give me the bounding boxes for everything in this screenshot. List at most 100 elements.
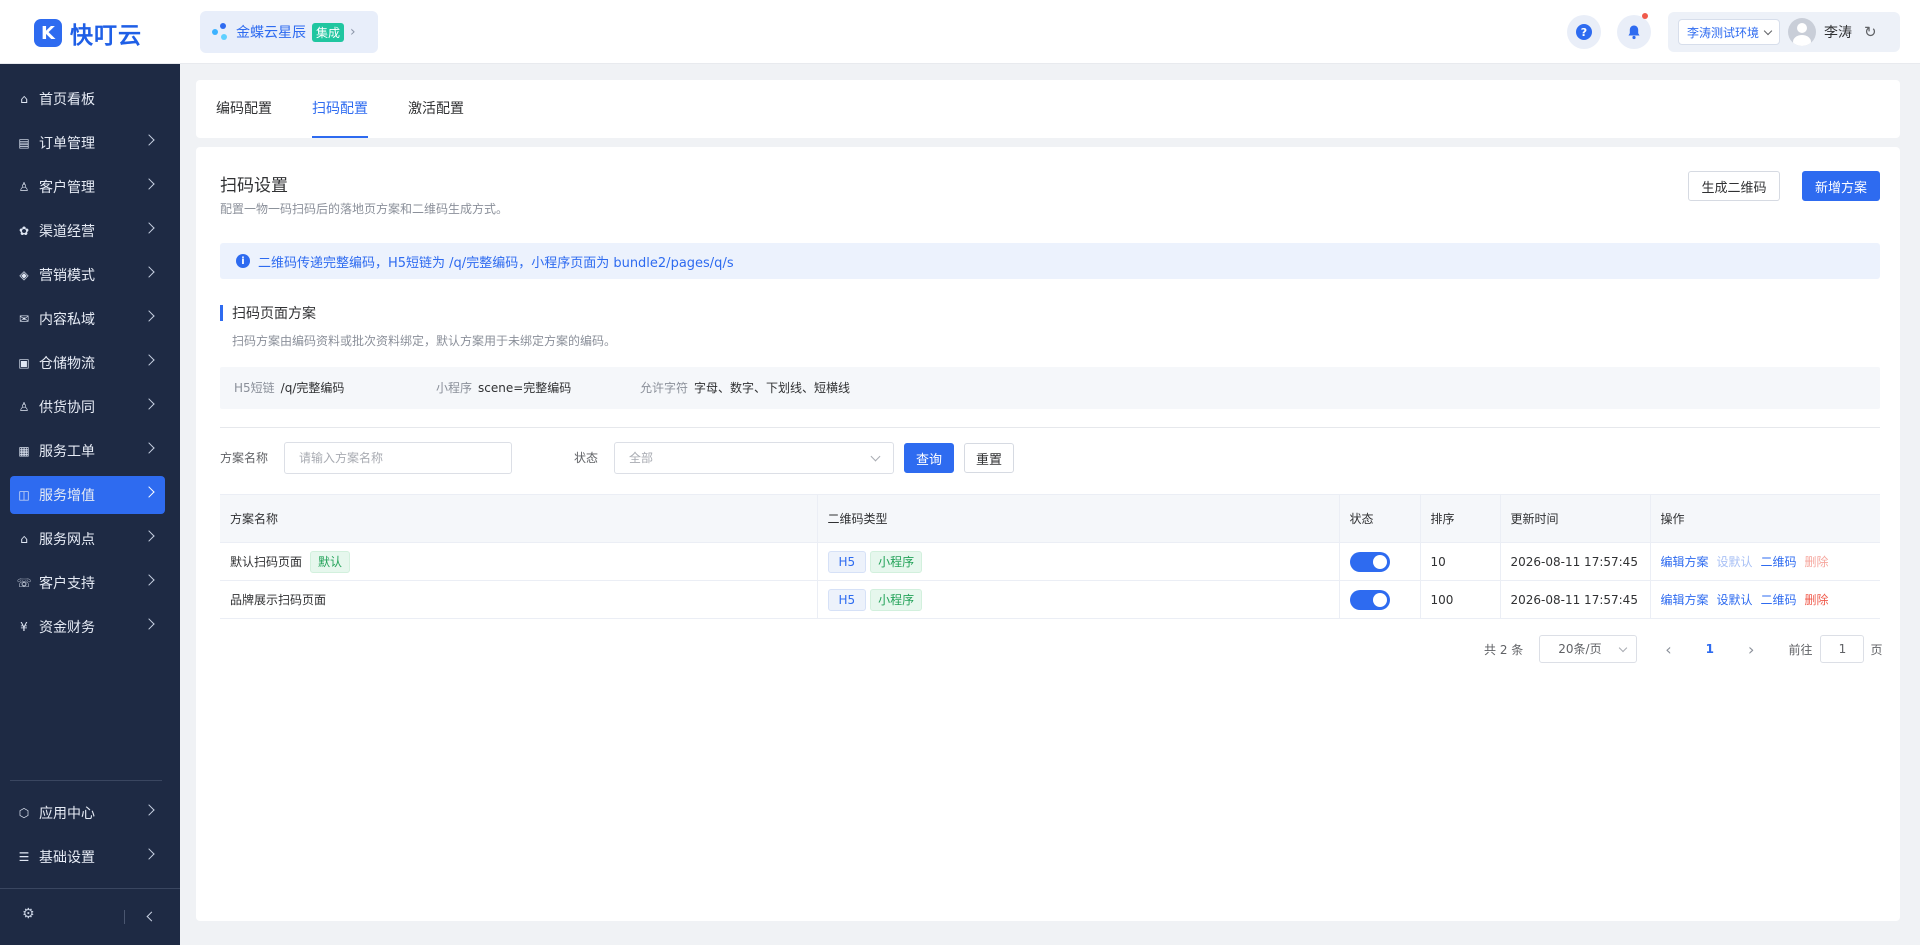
app-dots-icon [212,23,230,41]
environment-select[interactable]: 李涛测试环境 [1678,19,1781,45]
set-default-link[interactable]: 设默认 [1717,555,1753,569]
col-sort: 排序 [1419,494,1500,543]
sidebar-item-support[interactable]: ☏ 客户支持 [10,564,165,602]
reset-button[interactable]: 重置 [964,443,1014,473]
chevron-down-icon [1763,26,1773,35]
document-icon: ▤ [18,136,30,150]
col-actions: 操作 [1649,494,1880,543]
kv-h5-link: H5短链/q/完整编码 [234,367,344,409]
mail-icon: ✉ [18,312,30,326]
environment-box: 李涛测试环境 李涛 ↻ [1668,12,1900,52]
sidebar-item-app-center[interactable]: ⬡ 应用中心 [10,794,165,832]
info-text: 二维码传递完整编码，H5短链为 /q/完整编码，小程序页面为 bundle2/p… [258,255,734,271]
status-toggle[interactable] [1349,551,1390,572]
query-button[interactable]: 查询 [904,443,954,473]
delete-link[interactable]: 删除 [1805,555,1829,569]
scheme-name: 默认扫码页面 [230,554,303,569]
chevron-right-icon [143,266,155,278]
chevron-right-icon [143,134,155,146]
sidebar-item-finance[interactable]: ¥ 资金财务 [10,608,165,646]
page-size-value: 20条/页 [1558,642,1602,656]
notification-button[interactable] [1617,13,1651,49]
delete-link[interactable]: 删除 [1805,593,1829,607]
support-icon: ☏ [16,576,32,590]
status-toggle[interactable] [1349,589,1390,610]
cube-icon: ⬡ [18,806,30,820]
prev-page-icon[interactable]: ‹ [1665,640,1671,659]
tab-scan-config[interactable]: 扫码配置 [312,80,368,138]
scheme-table: 方案名称 二维码类型 状态 排序 更新时间 操作 默认扫码页面 默认 H5 小程序 … [220,494,1880,619]
goto-page-input[interactable]: 1 [1820,635,1865,663]
yuan-icon: ¥ [20,620,28,634]
sidebar-item-customers[interactable]: ♙ 客户管理 [10,168,165,206]
sidebar-item-label: 渠道经营 [39,224,95,240]
refresh-icon[interactable]: ↻ [1864,23,1877,41]
collapse-sidebar-icon[interactable] [146,911,157,922]
sidebar-item-label: 服务工单 [39,444,95,460]
cell-name: 默认扫码页面 默认 [220,542,817,581]
chevron-right-icon [143,618,155,630]
tab-encoding-config[interactable]: 编码配置 [216,80,272,138]
box-icon: ▣ [18,356,30,370]
sidebar-item-supply[interactable]: ♙ 供货协同 [10,388,165,426]
qr-code-link[interactable]: 二维码 [1761,555,1797,569]
cell-status [1338,542,1420,581]
environment-label: 李涛测试环境 [1687,25,1760,40]
scheme-name: 品牌展示扫码页面 [230,593,327,607]
sidebar-item-channels[interactable]: ✿ 渠道经营 [10,212,165,250]
miniprogram-tag: 小程序 [870,550,923,573]
sidebar-item-settings[interactable]: ☰ 基础设置 [10,838,165,876]
cell-updated: 2026-08-11 17:57:45 [1499,542,1650,581]
kv-key: 小程序 [436,381,473,395]
sidebar-item-label: 应用中心 [39,806,95,822]
section-description: 扫码方案由编码资料或批次资料绑定，默认方案用于未绑定方案的编码。 [232,334,617,348]
status-select[interactable]: 全部 [614,442,894,474]
status-select-value: 全部 [629,451,654,465]
help-button[interactable]: ? [1567,15,1601,49]
chevron-right-icon [143,398,155,410]
sidebar-item-label: 客户支持 [39,576,95,592]
edit-scheme-link[interactable]: 编辑方案 [1661,555,1709,569]
page-size-select[interactable]: 20条/页 [1539,635,1638,663]
sidebar-item-label: 基础设置 [39,850,95,866]
sidebar-item-content[interactable]: ✉ 内容私域 [10,300,165,338]
sidebar-item-service-points[interactable]: ⌂ 服务网点 [10,520,165,558]
store-icon: ⌂ [20,532,28,546]
page-title: 扫码设置 [220,176,288,196]
chevron-right-icon [143,354,155,366]
goto-prefix: 前往 [1788,642,1813,657]
page-number-current[interactable]: 1 [1706,642,1714,656]
next-page-icon[interactable]: › [1748,640,1754,659]
sidebar-item-label: 内容私域 [39,312,95,328]
cell-sort: 10 [1419,542,1500,581]
generate-qr-button[interactable]: 生成二维码 [1688,171,1780,201]
sidebar-item-label: 资金财务 [39,620,95,636]
sidebar-item-value-added[interactable]: ◫ 服务增值 [10,476,165,514]
scan-settings-card: 扫码设置 配置一物一码扫码后的落地页方案和二维码生成方式。 生成二维码 新增方案… [196,147,1900,921]
cell-sort: 100 [1419,580,1500,619]
gear-icon[interactable]: ⚙ [22,906,35,922]
sidebar-item-home[interactable]: ⌂ 首页看板 [10,80,165,118]
ticket-icon: ▦ [18,444,30,458]
sidebar-divider [10,780,162,781]
sidebar-divider [0,888,180,889]
set-default-link[interactable]: 设默认 [1717,593,1753,607]
add-scheme-button[interactable]: 新增方案 [1802,171,1880,201]
sidebar-item-orders[interactable]: ▤ 订单管理 [10,124,165,162]
sidebar-item-service-orders[interactable]: ▦ 服务工单 [10,432,165,470]
integration-app-chip[interactable]: 金蝶云星辰 集成 › [200,11,378,53]
table-header-row: 方案名称 二维码类型 状态 排序 更新时间 操作 [220,494,1880,543]
tag-icon: ◈ [19,268,29,282]
scheme-name-input[interactable]: 请输入方案名称 [284,442,512,474]
sidebar-item-marketing[interactable]: ◈ 营销模式 [10,256,165,294]
sidebar-item-warehouse[interactable]: ▣ 仓储物流 [10,344,165,382]
avatar[interactable] [1788,18,1817,46]
qr-code-link[interactable]: 二维码 [1761,593,1797,607]
brand-logo[interactable]: K 快叮云 [34,16,142,50]
chevron-right-icon [143,310,155,322]
info-icon: i [236,254,250,268]
kv-value: /q/完整编码 [280,381,345,395]
edit-scheme-link[interactable]: 编辑方案 [1661,593,1709,607]
tab-activation-config[interactable]: 激活配置 [408,80,464,138]
section-title: 扫码页面方案 [232,306,316,322]
